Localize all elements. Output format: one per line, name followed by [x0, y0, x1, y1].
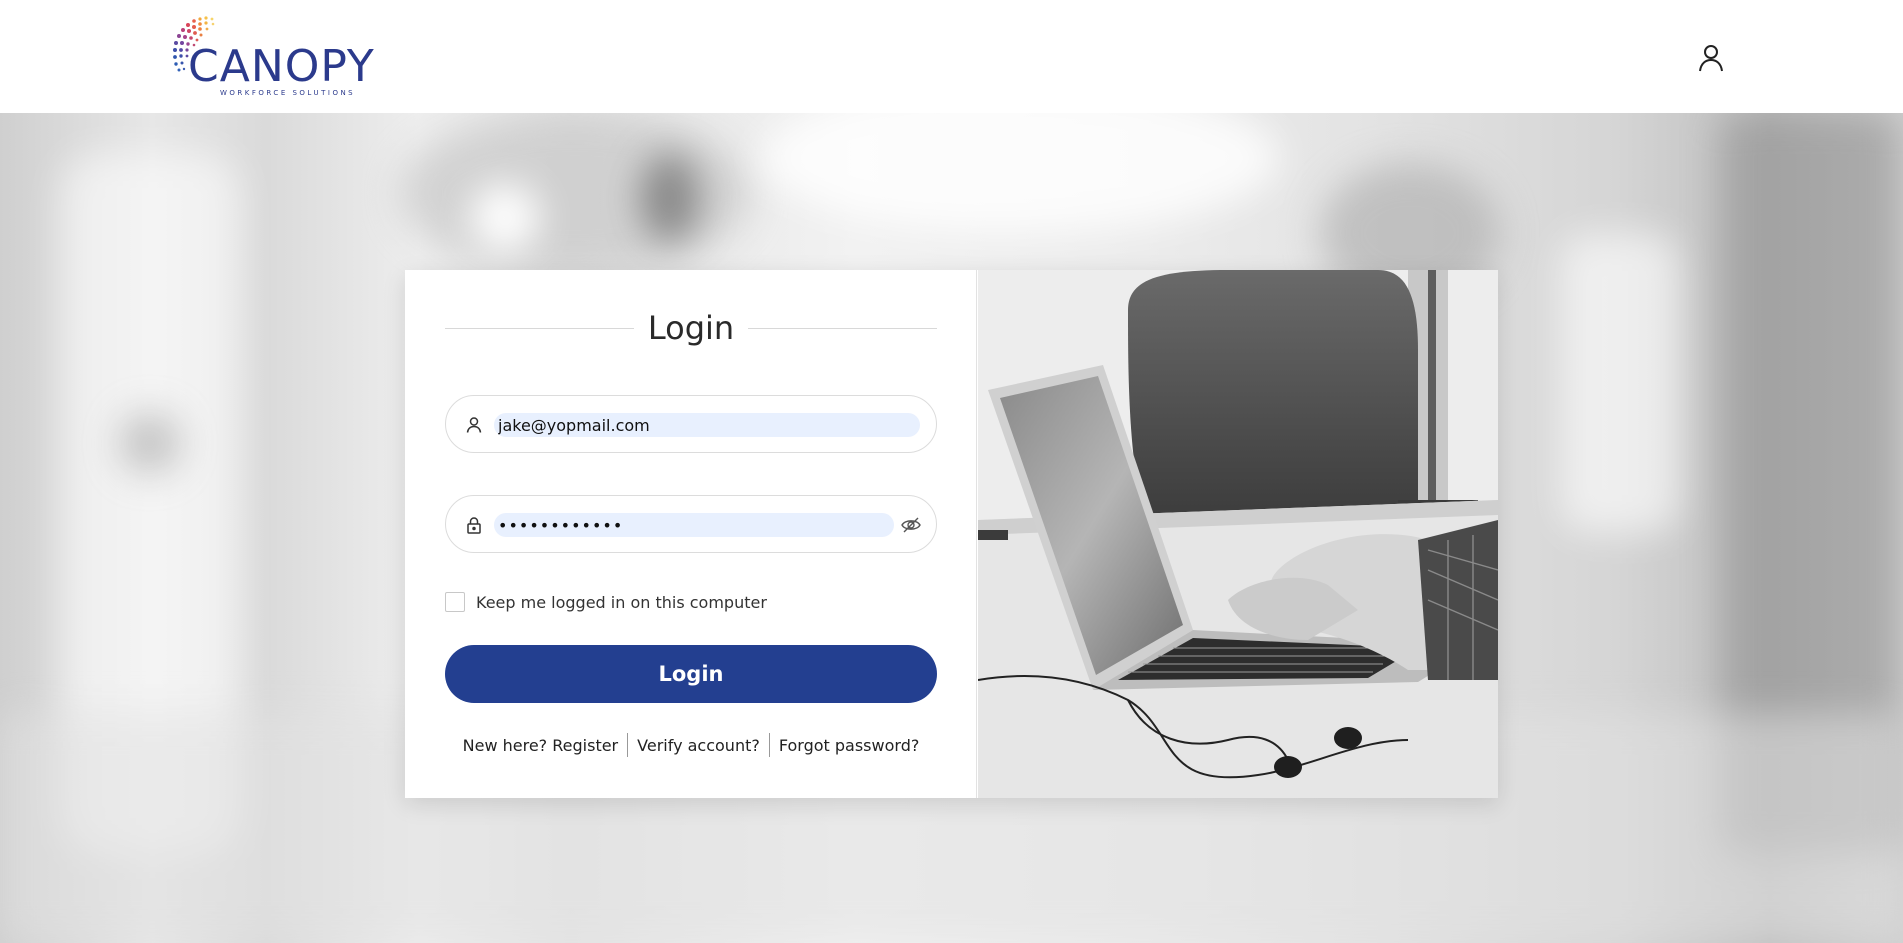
auth-links: New here? Register Verify account? Forgo… [445, 732, 937, 758]
logo-tagline: WORKFORCE SOLUTIONS [220, 89, 356, 97]
login-form: Login Keep me logge [405, 270, 977, 798]
logo-wordmark: CANOPY [188, 41, 375, 92]
canopy-logo[interactable]: CANOPY WORKFORCE SOLUTIONS [170, 15, 374, 100]
laptop-illustration [978, 270, 1498, 798]
forgot-password-link[interactable]: Forgot password? [770, 736, 928, 755]
register-link[interactable]: New here? Register [454, 736, 628, 755]
user-icon [466, 417, 482, 433]
login-title-row: Login [445, 308, 938, 348]
keep-logged-in-checkbox[interactable] [445, 592, 465, 612]
keep-logged-in-label: Keep me logged in on this computer [476, 592, 767, 612]
keep-logged-in-row[interactable]: Keep me logged in on this computer [445, 590, 767, 614]
title-divider-right [748, 327, 938, 329]
lock-icon [467, 517, 481, 534]
login-title: Login [647, 309, 735, 347]
verify-account-link[interactable]: Verify account? [628, 736, 769, 755]
login-button[interactable]: Login [445, 645, 937, 703]
login-card: Login Keep me logge [405, 270, 1498, 798]
email-field-wrapper[interactable] [445, 395, 937, 453]
laptop-photo [978, 270, 1498, 798]
password-input[interactable] [494, 513, 894, 537]
title-divider-left [445, 327, 634, 329]
password-field-wrapper[interactable] [445, 495, 937, 553]
top-header: CANOPY WORKFORCE SOLUTIONS [0, 0, 1903, 113]
eye-off-icon[interactable] [900, 515, 922, 535]
email-input[interactable] [494, 413, 920, 437]
user-icon [1699, 45, 1723, 72]
user-account-button[interactable] [1695, 42, 1727, 74]
